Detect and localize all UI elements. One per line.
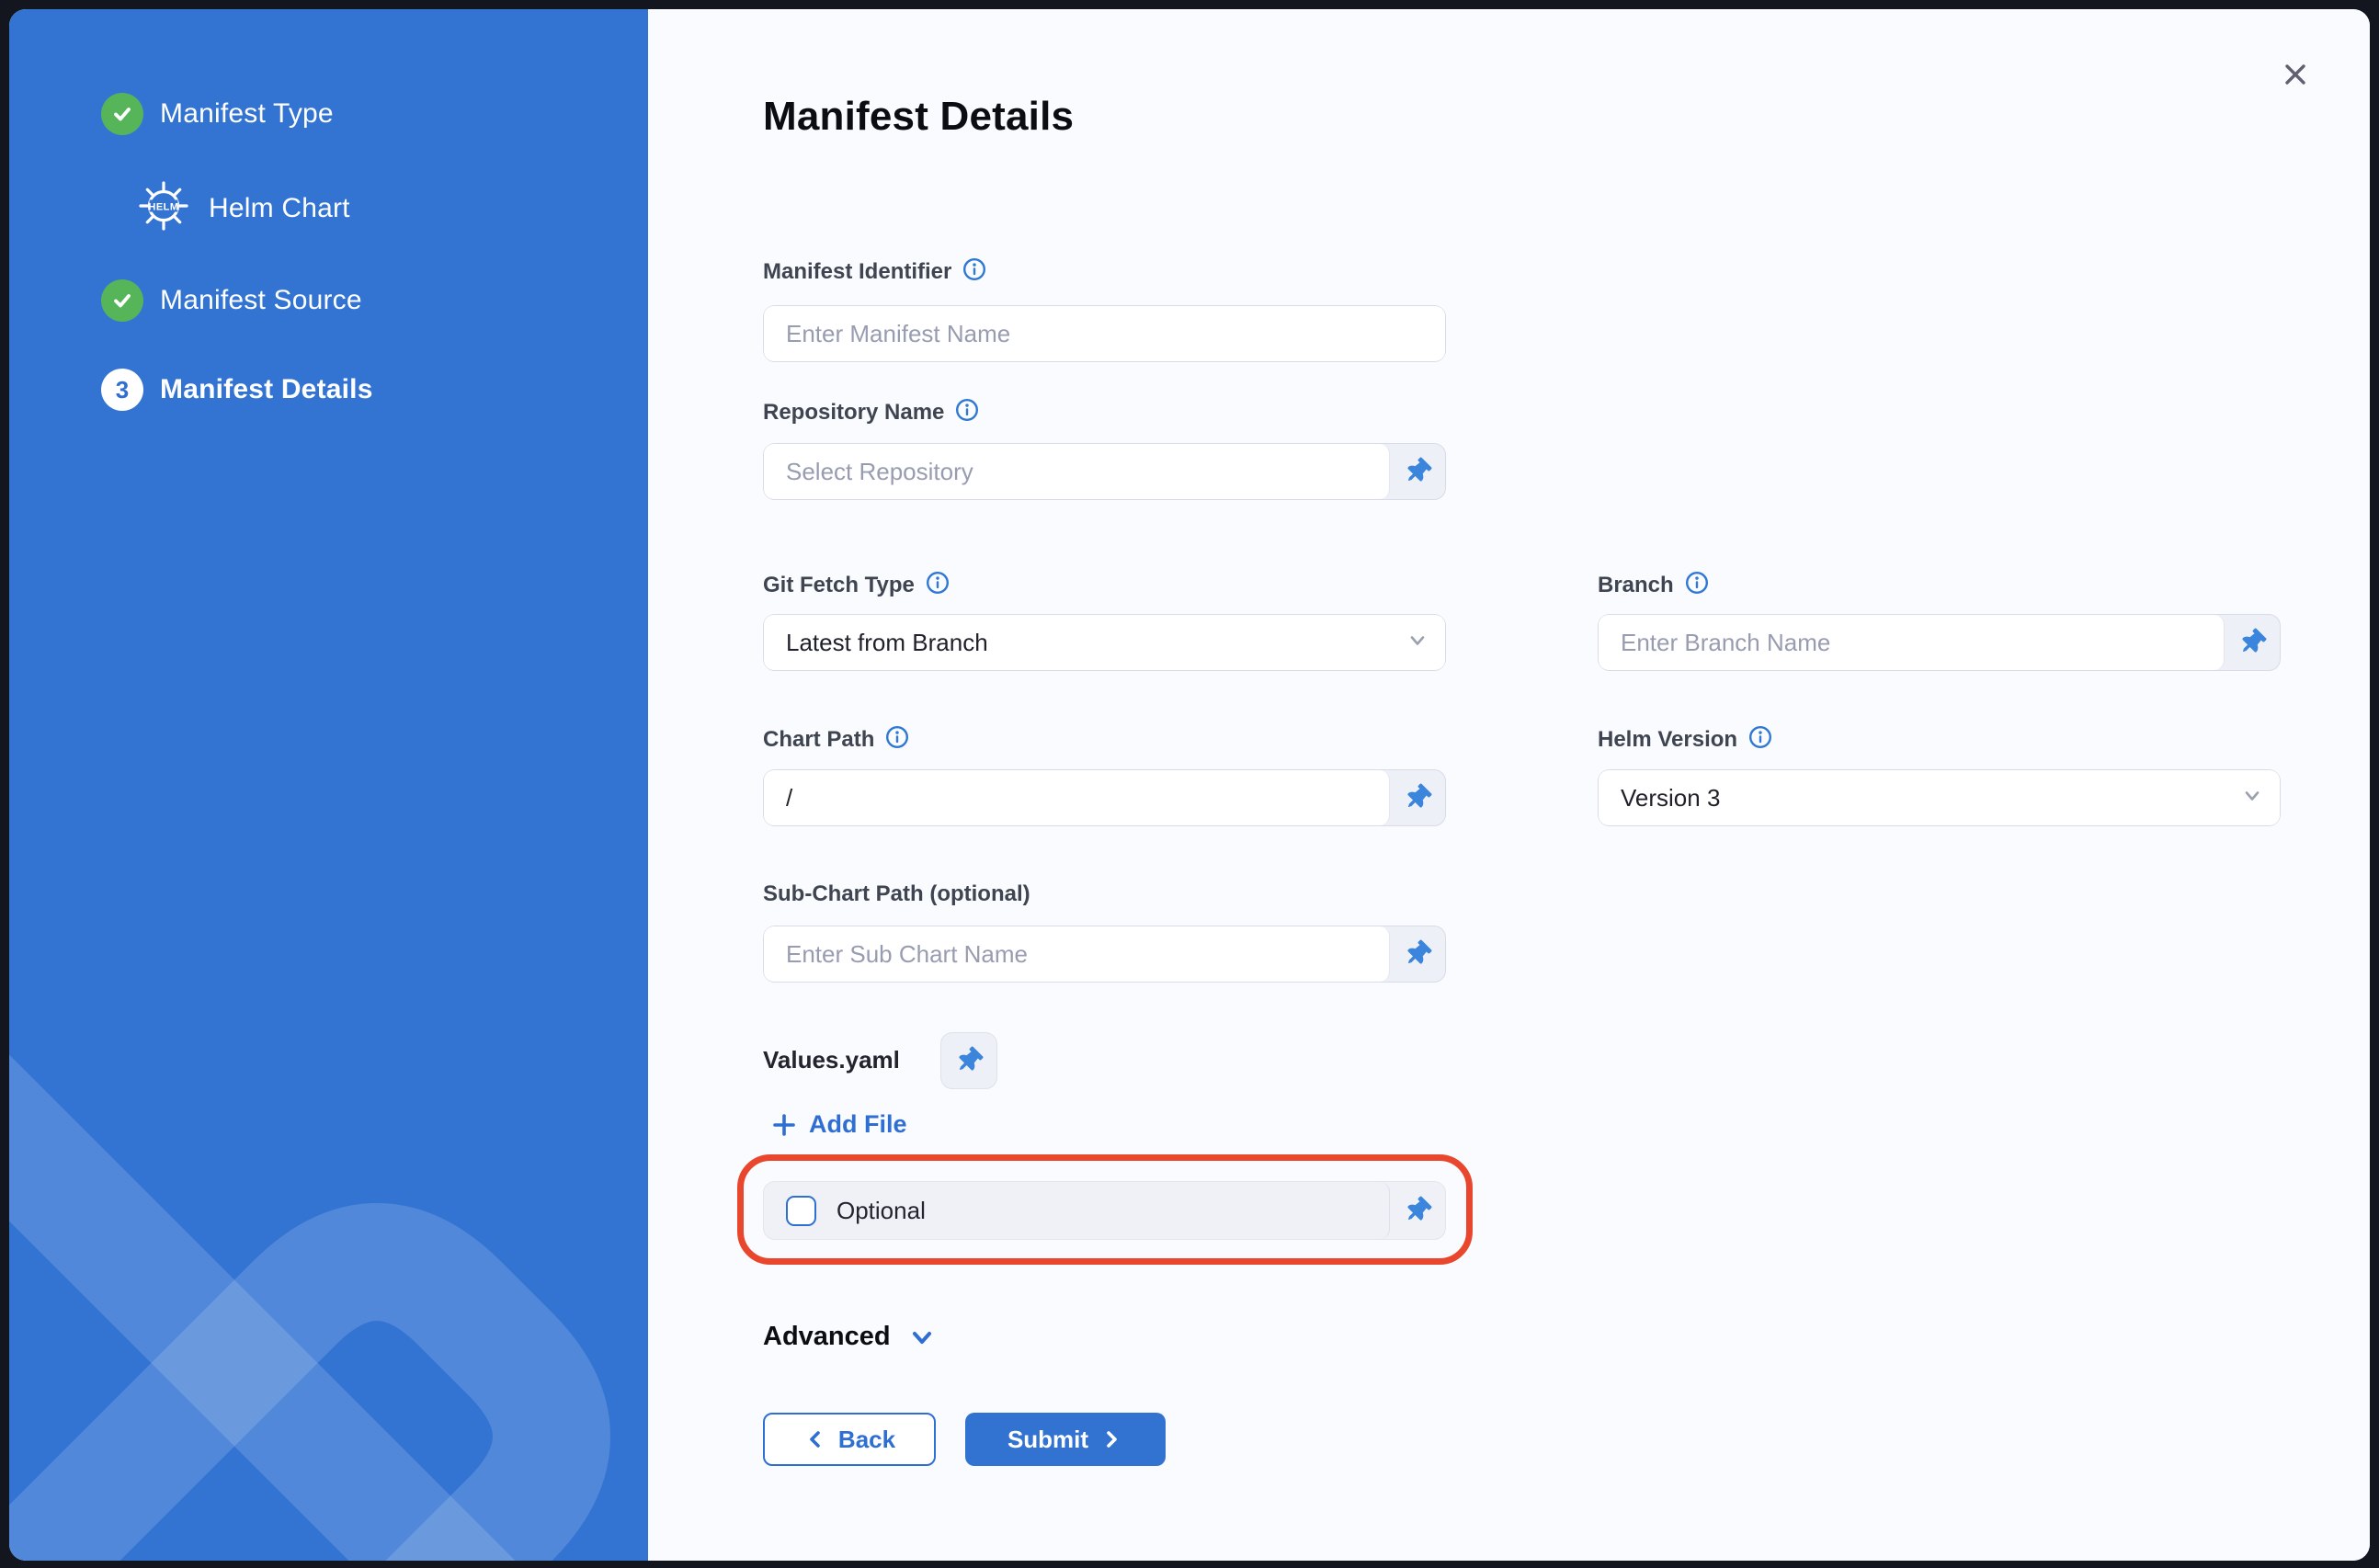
page-title: Manifest Details: [763, 94, 1074, 140]
pin-icon[interactable]: [940, 1032, 997, 1089]
chevron-left-icon: [803, 1427, 827, 1451]
add-file-button[interactable]: Add File: [770, 1110, 907, 1139]
helm-version-select[interactable]: Version 3: [1598, 769, 2281, 826]
branch-name-input[interactable]: [1599, 615, 2224, 670]
chevron-down-icon: [2239, 783, 2265, 813]
branch-label: Branch: [1598, 571, 1709, 600]
svg-text:HELM: HELM: [148, 202, 178, 213]
manifest-identifier-field: [763, 305, 1446, 362]
close-icon[interactable]: [2279, 58, 2312, 91]
step-label: Helm Chart: [209, 193, 350, 224]
values-yaml-label: Values.yaml: [763, 1046, 900, 1074]
git-fetch-type-label: Git Fetch Type: [763, 571, 950, 600]
info-icon[interactable]: [1748, 725, 1772, 756]
sidebar-item-manifest-details[interactable]: 3 Manifest Details: [101, 369, 373, 411]
git-fetch-type-select[interactable]: Latest from Branch: [763, 614, 1446, 671]
repository-name-label: Repository Name: [763, 398, 979, 427]
chevron-down-icon: [907, 1323, 937, 1352]
info-icon[interactable]: [926, 571, 950, 601]
sidebar-item-manifest-source[interactable]: Manifest Source: [101, 279, 362, 322]
check-icon: [101, 279, 143, 322]
step-label: Manifest Details: [160, 374, 373, 405]
manifest-wizard-modal: Manifest Type HELM Helm Chart: [9, 9, 2370, 1561]
sidebar-item-manifest-type[interactable]: Manifest Type: [101, 93, 334, 135]
helm-version-label: Helm Version: [1598, 725, 1772, 755]
wizard-sidebar: Manifest Type HELM Helm Chart: [9, 9, 648, 1561]
harness-watermark: [9, 982, 648, 1561]
manifest-name-input[interactable]: [764, 306, 1445, 361]
sub-chart-name-input[interactable]: [764, 926, 1389, 982]
manifest-details-panel: Manifest Details Manifest Identifier Rep…: [648, 9, 2370, 1561]
step-label: Manifest Type: [160, 98, 334, 130]
info-icon[interactable]: [962, 257, 986, 288]
step-label: Manifest Source: [160, 285, 362, 316]
manifest-identifier-label: Manifest Identifier: [763, 257, 986, 287]
pin-icon[interactable]: [1390, 926, 1445, 982]
select-value: Latest from Branch: [786, 615, 988, 670]
chart-path-field: [763, 769, 1446, 826]
check-icon: [101, 93, 143, 135]
helm-logo-icon: HELM: [139, 181, 188, 235]
info-icon[interactable]: [955, 398, 979, 428]
pin-icon[interactable]: [1390, 444, 1445, 499]
select-value: Version 3: [1621, 770, 1720, 825]
chevron-right-icon: [1099, 1427, 1123, 1451]
optional-file-row: Optional: [763, 1181, 1446, 1240]
repository-select-field: [763, 443, 1446, 500]
chart-path-input[interactable]: [764, 770, 1389, 825]
pin-icon[interactable]: [1390, 1182, 1445, 1239]
info-icon[interactable]: [1685, 571, 1709, 601]
back-button[interactable]: Back: [763, 1413, 936, 1466]
plus-icon: [770, 1111, 798, 1139]
optional-label: Optional: [837, 1197, 926, 1225]
pin-icon[interactable]: [1390, 770, 1445, 825]
advanced-toggle[interactable]: Advanced: [763, 1322, 937, 1352]
repository-select-input[interactable]: [764, 444, 1389, 499]
chart-path-label: Chart Path: [763, 725, 909, 755]
pin-icon[interactable]: [2225, 615, 2280, 670]
step-number-badge: 3: [101, 369, 143, 411]
sub-chart-path-label: Sub-Chart Path (optional): [763, 880, 1030, 909]
optional-checkbox[interactable]: [786, 1196, 816, 1226]
branch-field: [1598, 614, 2281, 671]
app-backdrop: Manifest Type HELM Helm Chart: [0, 0, 2379, 1568]
submit-button[interactable]: Submit: [965, 1413, 1166, 1466]
info-icon[interactable]: [885, 725, 909, 756]
chevron-down-icon: [1405, 628, 1430, 658]
sidebar-item-helm-chart[interactable]: HELM Helm Chart: [139, 181, 350, 235]
sub-chart-path-field: [763, 926, 1446, 983]
